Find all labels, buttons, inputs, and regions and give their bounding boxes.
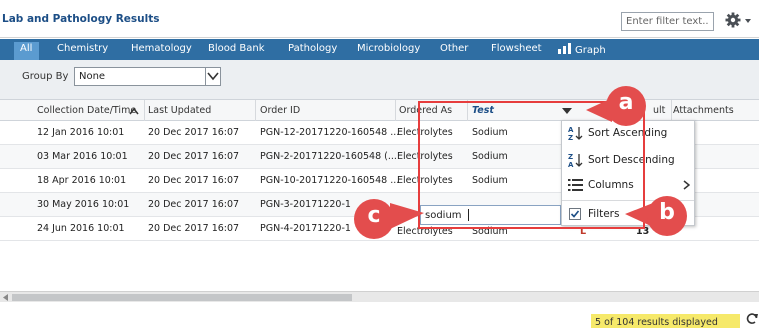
group-by-dropdown-arrow[interactable] [205, 68, 220, 85]
group-by-label: Group By [22, 71, 69, 82]
tab-other[interactable]: Other [440, 43, 468, 54]
group-by-select[interactable]: None [74, 67, 221, 86]
filter-input[interactable] [621, 12, 714, 31]
cell-collection: 12 Jan 2016 10:01 [37, 127, 125, 138]
cell-order-id: PGN-10-20171220-160548 ... [260, 175, 400, 186]
column-order-id[interactable]: Order ID [260, 105, 300, 116]
results-count-message: 5 of 104 results displayed [591, 314, 740, 328]
chevron-right-icon [683, 180, 690, 190]
tab-hematology[interactable]: Hematology [131, 43, 192, 54]
cell-updated: 20 Dec 2017 16:07 [148, 175, 240, 186]
cell-updated: 20 Dec 2017 16:07 [148, 151, 240, 162]
tab-all[interactable]: All [20, 43, 32, 54]
bar-chart-icon [558, 43, 571, 54]
column-attachments[interactable]: Attachments [673, 105, 734, 116]
chevron-down-icon [207, 72, 219, 81]
gear-icon [725, 12, 751, 28]
horizontal-scrollbar[interactable] [0, 291, 759, 302]
gear-menu-button[interactable] [724, 10, 754, 30]
tab-graph-label: Graph [575, 45, 606, 56]
callout-c: c [352, 197, 424, 241]
page-title: Lab and Pathology Results [2, 13, 160, 25]
callout-label: c [367, 203, 381, 228]
tab-chemistry[interactable]: Chemistry [57, 43, 108, 54]
cell-collection: 24 Jun 2016 10:01 [37, 223, 125, 234]
cell-order-id: PGN-4-20171220-1 [260, 223, 351, 234]
cell-order-id: PGN-3-20171220-1 [260, 199, 351, 210]
sort-ascending-icon [129, 107, 139, 115]
title-bar: Lab and Pathology Results [0, 0, 759, 38]
callout-b: b [625, 194, 689, 238]
callout-a: a [586, 84, 646, 128]
column-result[interactable]: ult [653, 105, 665, 116]
tab-microbiology[interactable]: Microbiology [357, 43, 420, 54]
cell-order-id: PGN-2-20171220-160548 (... [260, 151, 397, 162]
tab-blood-bank[interactable]: Blood Bank [208, 43, 265, 54]
scroll-left-icon[interactable] [2, 294, 10, 301]
tab-flowsheet[interactable]: Flowsheet [491, 43, 542, 54]
cell-updated: 20 Dec 2017 16:07 [148, 199, 240, 210]
tab-graph[interactable]: Graph [558, 43, 606, 56]
column-last-updated[interactable]: Last Updated [148, 105, 211, 116]
column-collection-date[interactable]: Collection Date/Time [37, 105, 136, 116]
cell-collection: 18 Apr 2016 10:01 [37, 175, 127, 186]
scrollbar-thumb[interactable] [12, 294, 352, 301]
tab-bar: All Chemistry Hematology Blood Bank Path… [0, 39, 759, 60]
callout-label: b [659, 200, 675, 225]
cell-order-id: PGN-12-20171220-160548 ... [260, 127, 400, 138]
callout-label: a [618, 90, 634, 115]
cell-collection: 03 Mar 2016 10:01 [37, 151, 128, 162]
tab-pathology[interactable]: Pathology [288, 43, 337, 54]
status-bar: 5 of 104 results displayed [0, 302, 759, 328]
cell-collection: 30 May 2016 10:01 [37, 199, 130, 210]
group-by-value: None [79, 71, 106, 82]
cell-updated: 20 Dec 2017 16:07 [148, 127, 240, 138]
chevron-down-icon [745, 19, 751, 23]
refresh-icon[interactable] [746, 312, 759, 326]
cell-updated: 20 Dec 2017 16:07 [148, 223, 240, 234]
